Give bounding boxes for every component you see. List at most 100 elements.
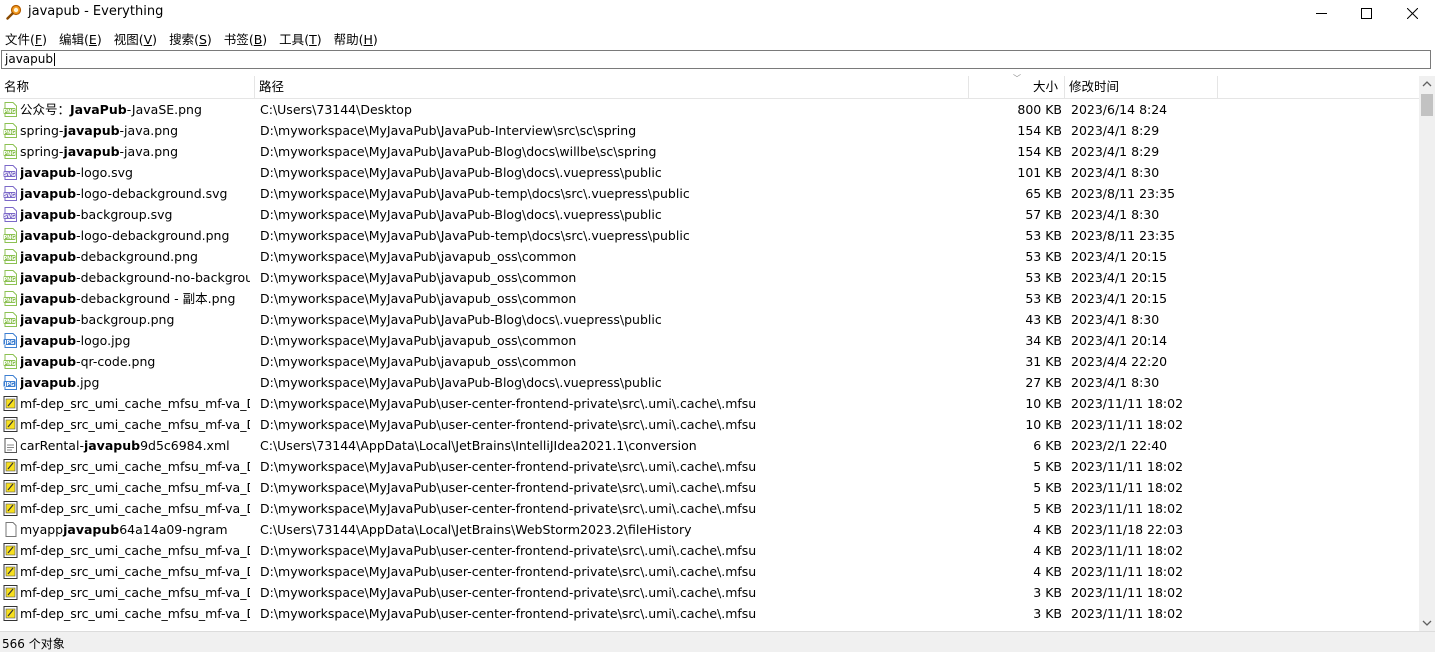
file-path: D:\myworkspace\MyJavaPub\JavaPub-Blog\do… [260,312,662,327]
scroll-up-arrow-icon[interactable] [1419,76,1435,93]
file-path: D:\myworkspace\MyJavaPub\user-center-fro… [260,501,757,516]
file-name: javapub-backgroup.svg [20,204,250,225]
file-name-suffix: -debackground.png [76,249,198,264]
file-path: C:\Users\73144\AppData\Local\JetBrains\I… [260,438,697,453]
table-row[interactable]: mf-dep_src_umi_cache_mfsu_mf-va_D_… D:\my… [0,498,1419,519]
file-modified-date: 2023/4/1 20:14 [1071,333,1168,348]
svg-text:PNG: PNG [4,235,16,241]
file-modified-date: 2023/4/1 20:15 [1071,249,1168,264]
file-path: D:\myworkspace\MyJavaPub\JavaPub-Blog\do… [260,207,662,222]
table-row[interactable]: mf-dep_src_umi_cache_mfsu_mf-va_D_… D:\my… [0,477,1419,498]
file-name: mf-dep_src_umi_cache_mfsu_mf-va_D_… [20,561,250,582]
file-modified-date: 2023/4/4 22:20 [1071,354,1168,369]
png-file-icon: PNG [3,270,18,285]
file-path: D:\myworkspace\MyJavaPub\javapub_oss\com… [260,249,577,264]
file-name: javapub-debackground.png [20,246,250,267]
menu-edit[interactable]: 编辑(E) [54,27,109,47]
table-row[interactable]: mf-dep_src_umi_cache_mfsu_mf-va_D_… D:\my… [0,540,1419,561]
png-file-icon: PNG [3,123,18,138]
table-row[interactable]: PNG javapub-debackground-no-backgrou… D:\m… [0,267,1419,288]
file-size: 4 KB [1033,543,1062,558]
table-row[interactable]: PNG 公众号：JavaPub-JavaSE.png C:\Users\73144\… [0,99,1419,120]
menu-bookmarks[interactable]: 书签(B) [219,27,274,47]
search-input[interactable]: javapub [1,50,1431,69]
table-row[interactable]: JPG javapub.jpg D:\myworkspace\MyJavaPub\J… [0,372,1419,393]
js-file-icon [3,585,18,600]
file-size: 53 KB [1025,291,1062,306]
file-modified-date: 2023/11/11 18:02 [1071,543,1184,558]
file-size: 53 KB [1025,249,1062,264]
file-size: 10 KB [1025,417,1062,432]
table-row[interactable]: mf-dep_src_umi_cache_mfsu_mf-va_D_… D:\my… [0,393,1419,414]
file-size: 34 KB [1025,333,1062,348]
file-name-text: carRental- [20,438,84,453]
match-highlight: javapub [63,522,120,537]
table-row[interactable]: mf-dep_src_umi_cache_mfsu_mf-va_D_… D:\my… [0,456,1419,477]
file-name-text: mf-dep_src_umi_cache_mfsu_mf-va_D_… [20,501,250,516]
file-modified-date: 2023/11/11 18:02 [1071,396,1184,411]
menu-help[interactable]: 帮助(H) [329,27,385,47]
scrollbar-thumb[interactable] [1421,94,1433,116]
minimize-button[interactable] [1298,0,1344,26]
menu-view[interactable]: 视图(V) [109,27,164,47]
svg-file-icon: SVG [3,207,18,222]
svg-text:PNG: PNG [4,319,16,325]
match-highlight: javapub [20,165,77,180]
match-highlight: javapub [83,438,141,453]
table-row[interactable]: PNG javapub-debackground - 副本.png D:\mywor… [0,288,1419,309]
file-name-text: mf-dep_src_umi_cache_mfsu_mf-va_D_… [20,396,250,411]
table-row[interactable]: mf-dep_src_umi_cache_mfsu_mf-va_D_… D:\my… [0,414,1419,435]
file-path: D:\myworkspace\MyJavaPub\JavaPub-Blog\do… [260,165,662,180]
svg-text:SVG: SVG [4,193,16,199]
file-name-text: mf-dep_src_umi_cache_mfsu_mf-va_D_… [20,543,250,558]
menu-search[interactable]: 搜索(S) [164,27,219,47]
results-list[interactable]: PNG 公众号：JavaPub-JavaSE.png C:\Users\73144\… [0,99,1419,630]
column-header-name[interactable]: 名称 [0,76,255,98]
table-row[interactable]: JPG javapub-logo.jpg D:\myworkspace\MyJava… [0,330,1419,351]
file-name: 公众号：JavaPub-JavaSE.png [20,99,250,120]
js-file-icon [3,417,18,432]
table-row[interactable]: PNG javapub-logo-debackground.png D:\mywor… [0,225,1419,246]
file-name: carRental-javapub9d5c6984.xml [20,435,250,456]
file-path: D:\myworkspace\MyJavaPub\user-center-fro… [260,585,757,600]
file-size: 800 KB [1017,102,1062,117]
scroll-down-arrow-icon[interactable] [1419,614,1435,631]
file-size: 101 KB [1017,165,1062,180]
svg-text:JPG: JPG [4,340,15,346]
file-path: C:\Users\73144\Desktop [260,102,412,117]
table-row[interactable]: mf-dep_src_umi_cache_mfsu_mf-va_D_… D:\my… [0,561,1419,582]
file-modified-date: 2023/4/1 8:30 [1071,207,1160,222]
table-row[interactable]: PNG spring-javapub-java.png D:\myworkspace… [0,141,1419,162]
file-size: 4 KB [1033,522,1062,537]
match-highlight: javapub [20,354,77,369]
table-row[interactable]: mf-dep_src_umi_cache_mfsu_mf-va_D_… D:\my… [0,582,1419,603]
match-highlight: javapub [20,228,77,243]
table-row[interactable]: PNG javapub-debackground.png D:\myworkspac… [0,246,1419,267]
table-row[interactable]: PNG javapub-qr-code.png D:\myworkspace\MyJ… [0,351,1419,372]
table-row[interactable]: SVG javapub-logo-debackground.svg D:\mywor… [0,183,1419,204]
table-row[interactable]: SVG javapub-logo.svg D:\myworkspace\MyJava… [0,162,1419,183]
file-path: D:\myworkspace\MyJavaPub\JavaPub-Intervi… [260,123,637,138]
svg-text:PNG: PNG [4,361,16,367]
file-name-text: 公众号： [20,102,71,117]
table-row[interactable]: PNG javapub-backgroup.png D:\myworkspace\M… [0,309,1419,330]
js-file-icon [3,501,18,516]
table-row[interactable]: mf-dep_src_umi_cache_mfsu_mf-va_D_… D:\my… [0,603,1419,624]
file-size: 5 KB [1033,459,1062,474]
table-row[interactable]: PNG spring-javapub-java.png D:\myworkspace… [0,120,1419,141]
table-row[interactable]: carRental-javapub9d5c6984.xml C:\Users\73… [0,435,1419,456]
menu-bar: 文件(F) 编辑(E) 视图(V) 搜索(S) 书签(B) 工具(T) 帮助(H… [0,27,1435,47]
file-size: 154 KB [1017,144,1062,159]
maximize-button[interactable] [1343,0,1389,26]
table-row[interactable]: SVG javapub-backgroup.svg D:\myworkspace\M… [0,204,1419,225]
column-header-modified[interactable]: 修改时间 [1065,76,1218,98]
column-header-path[interactable]: 路径 [255,76,969,98]
file-path: D:\myworkspace\MyJavaPub\user-center-fro… [260,396,757,411]
vertical-scrollbar[interactable] [1419,76,1435,631]
file-path: D:\myworkspace\MyJavaPub\JavaPub-Blog\do… [260,144,657,159]
close-button[interactable] [1389,0,1435,26]
table-row[interactable]: myappjavapub64a14a09-ngram C:\Users\73144… [0,519,1419,540]
file-size: 154 KB [1017,123,1062,138]
menu-tools[interactable]: 工具(T) [274,27,328,47]
menu-file[interactable]: 文件(F) [0,27,54,47]
